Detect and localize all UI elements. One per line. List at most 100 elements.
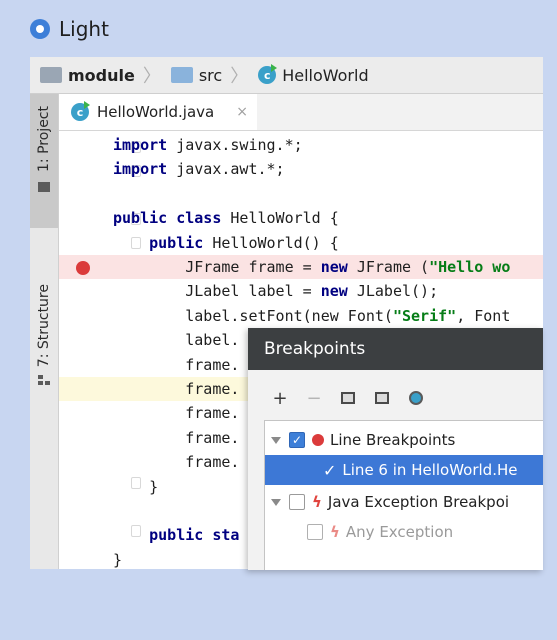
tree-node-label: Any Exception bbox=[345, 523, 454, 541]
code-token: frame. bbox=[113, 428, 240, 447]
folder-icon bbox=[170, 67, 193, 83]
code-line[interactable]: public sta bbox=[113, 523, 239, 547]
lightning-icon: ϟ bbox=[330, 523, 340, 541]
navigation-bar: module 〉 src 〉 c HelloWorld bbox=[30, 57, 543, 94]
tree-node-label: Line Breakpoints bbox=[330, 431, 456, 449]
code-token: new bbox=[320, 258, 348, 276]
editor-tab-bar: c HelloWorld.java × bbox=[59, 94, 543, 131]
code-token: javax.awt.*; bbox=[167, 160, 285, 179]
close-icon[interactable]: × bbox=[236, 104, 248, 120]
code-token: new bbox=[320, 282, 348, 301]
code-token: public class bbox=[113, 209, 222, 228]
dialog-title: Breakpoints bbox=[248, 328, 543, 370]
chevron-right-icon: 〉 bbox=[142, 66, 161, 87]
chevron-right-icon: 〉 bbox=[230, 66, 249, 87]
code-line[interactable]: } bbox=[113, 548, 122, 569]
code-line[interactable]: public HelloWorld() { bbox=[113, 231, 339, 255]
breadcrumb-src[interactable]: src bbox=[170, 66, 222, 85]
any-exception-checkbox[interactable] bbox=[307, 524, 323, 540]
code-token: JLabel(); bbox=[347, 282, 439, 301]
tab-label: HelloWorld.java bbox=[97, 103, 215, 121]
code-token: frame. bbox=[113, 380, 240, 398]
tree-node-any-exception[interactable]: ϟ Any Exception bbox=[265, 517, 543, 547]
code-token: frame. bbox=[113, 453, 240, 472]
tree-node-label: Java Exception Breakpoi bbox=[327, 493, 510, 511]
sidebar-tab-label: 7: Structure bbox=[36, 284, 52, 368]
tree-node-label: Line 6 in HelloWorld.He bbox=[342, 461, 518, 479]
group-package-icon bbox=[341, 392, 355, 404]
java-exception-checkbox[interactable] bbox=[289, 494, 305, 510]
code-line[interactable]: JLabel label = new JLabel(); bbox=[113, 279, 438, 303]
java-class-icon: c bbox=[258, 66, 277, 84]
breakpoints-tree: ✓ Line Breakpoints ✓ Line 6 in HelloWorl… bbox=[264, 420, 543, 570]
code-token: public bbox=[149, 233, 204, 252]
remove-breakpoint-button[interactable]: − bbox=[306, 388, 322, 409]
group-by-file-button[interactable] bbox=[374, 390, 390, 406]
code-line[interactable]: label. bbox=[113, 328, 239, 352]
code-token: public sta bbox=[149, 526, 240, 545]
code-line[interactable]: frame. bbox=[113, 401, 239, 425]
code-token: JLabel label = bbox=[113, 282, 321, 301]
code-token: frame. bbox=[113, 355, 240, 374]
add-breakpoint-button[interactable]: + bbox=[272, 388, 288, 409]
tree-node-line-breakpoints[interactable]: ✓ Line Breakpoints bbox=[265, 425, 543, 455]
group-class-icon bbox=[409, 391, 423, 405]
structure-icon bbox=[38, 375, 50, 386]
tree-node-java-exception-breakpoints[interactable]: ϟ Java Exception Breakpoi bbox=[265, 487, 543, 517]
breakpoint-icon bbox=[312, 434, 324, 446]
code-token: JFrame ( bbox=[347, 258, 430, 276]
code-token: HelloWorld() { bbox=[203, 233, 339, 252]
breakpoints-dialog: Breakpoints + − ✓ Line Breakpoints ✓ Lin… bbox=[248, 328, 543, 570]
code-token: import bbox=[113, 160, 168, 179]
expand-triangle-icon[interactable] bbox=[271, 436, 281, 444]
check-icon[interactable]: ✓ bbox=[323, 461, 336, 480]
code-line[interactable]: import javax.awt.*; bbox=[113, 157, 285, 181]
code-line[interactable]: frame. bbox=[113, 377, 239, 401]
dialog-toolbar: + − bbox=[272, 388, 424, 409]
theme-radio-option[interactable]: Light bbox=[30, 17, 109, 41]
code-token: HelloWorld { bbox=[221, 209, 339, 228]
expand-triangle-icon[interactable] bbox=[271, 498, 281, 506]
group-by-package-button[interactable] bbox=[340, 390, 356, 406]
code-line[interactable]: frame. bbox=[113, 426, 239, 450]
code-line[interactable]: frame. bbox=[113, 450, 239, 474]
tree-node-line-6[interactable]: ✓ Line 6 in HelloWorld.He bbox=[265, 455, 543, 485]
group-file-icon bbox=[375, 392, 389, 404]
breadcrumb-label: HelloWorld bbox=[282, 65, 369, 85]
code-line[interactable]: label.setFont(new Font("Serif", Font bbox=[113, 304, 510, 328]
code-token: javax.swing.*; bbox=[167, 136, 303, 154]
code-line[interactable]: } bbox=[113, 475, 158, 499]
code-token: "Serif" bbox=[392, 306, 457, 325]
code-token: frame. bbox=[113, 404, 240, 423]
code-line[interactable]: import javax.swing.*; bbox=[113, 133, 303, 157]
code-token: label. bbox=[113, 331, 240, 350]
code-token: "Hello wo bbox=[429, 258, 511, 276]
editor-gutter[interactable] bbox=[59, 131, 141, 569]
editor-tab-helloworld[interactable]: c HelloWorld.java × bbox=[59, 94, 257, 130]
java-class-icon: c bbox=[71, 103, 89, 121]
code-line[interactable]: frame. bbox=[113, 353, 239, 377]
group-by-class-button[interactable] bbox=[408, 390, 424, 406]
radio-selected-icon[interactable] bbox=[30, 19, 50, 39]
folder-icon bbox=[38, 181, 50, 192]
sidebar-tab-label: 1: Project bbox=[36, 106, 52, 172]
code-line[interactable]: public class HelloWorld { bbox=[113, 206, 339, 230]
sidebar-tab-structure[interactable]: 7: Structure bbox=[30, 284, 58, 414]
breakpoint-icon[interactable] bbox=[76, 261, 90, 275]
code-token: } bbox=[113, 477, 159, 496]
sidebar-tab-project[interactable]: 1: Project bbox=[30, 94, 58, 228]
module-folder-icon bbox=[40, 67, 62, 83]
breadcrumb-class[interactable]: c HelloWorld bbox=[258, 65, 369, 85]
code-token: , Font bbox=[456, 306, 511, 325]
tool-window-sidebar: 1: Project 7: Structure bbox=[30, 94, 59, 569]
breadcrumb-module[interactable]: module bbox=[40, 66, 135, 85]
code-line[interactable]: JFrame frame = new JFrame ("Hello wo bbox=[113, 255, 510, 279]
breadcrumb-label: module bbox=[68, 65, 135, 85]
code-token: label.setFont(new Font( bbox=[113, 306, 393, 325]
line-breakpoints-checkbox[interactable]: ✓ bbox=[289, 432, 305, 448]
code-token: JFrame frame = bbox=[113, 258, 321, 276]
code-token: import bbox=[113, 136, 168, 154]
code-token: } bbox=[113, 550, 123, 569]
